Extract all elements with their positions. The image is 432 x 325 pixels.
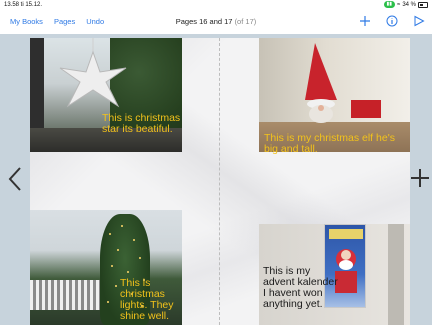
elf-figure-icon [305,43,337,123]
status-bar: 13.58 ti 15.12. ▮▮ ≈ 34 % [0,0,432,10]
plus-icon[interactable] [410,168,430,188]
star-lantern-icon [59,38,127,108]
battery-icon [418,1,428,8]
info-icon[interactable] [385,14,399,28]
caption-star: This is christmas star its beatiful. [102,112,181,135]
page-divider [219,38,220,325]
status-right: ▮▮ ≈ 34 % [383,1,428,8]
photo-coat-hook [388,224,404,325]
caption-elf: This is my christmas elf he's big and ta… [264,132,395,155]
caption-advent: This is my advent kalender I havent won … [263,265,338,310]
wifi-icon: ≈ [397,1,401,8]
page-title-sub: (of 17) [234,17,257,26]
status-time: 13.58 ti 15.12. [4,2,43,8]
play-icon[interactable] [412,14,426,28]
photo-red-box [351,100,381,118]
toolbar: My Books Pages Undo Pages 16 and 17 (of … [0,11,432,33]
plus-icon[interactable] [358,14,372,28]
page-title-main: Pages 16 and 17 [175,17,233,26]
chevron-left-icon[interactable] [6,166,24,192]
caption-lights: This is christmas lights. They shine wel… [120,277,174,322]
toolbar-icons [358,14,426,28]
photo-balcony-rail [30,280,110,310]
battery-percent: 34 % [402,1,416,8]
call-pill: ▮▮ [383,1,396,8]
